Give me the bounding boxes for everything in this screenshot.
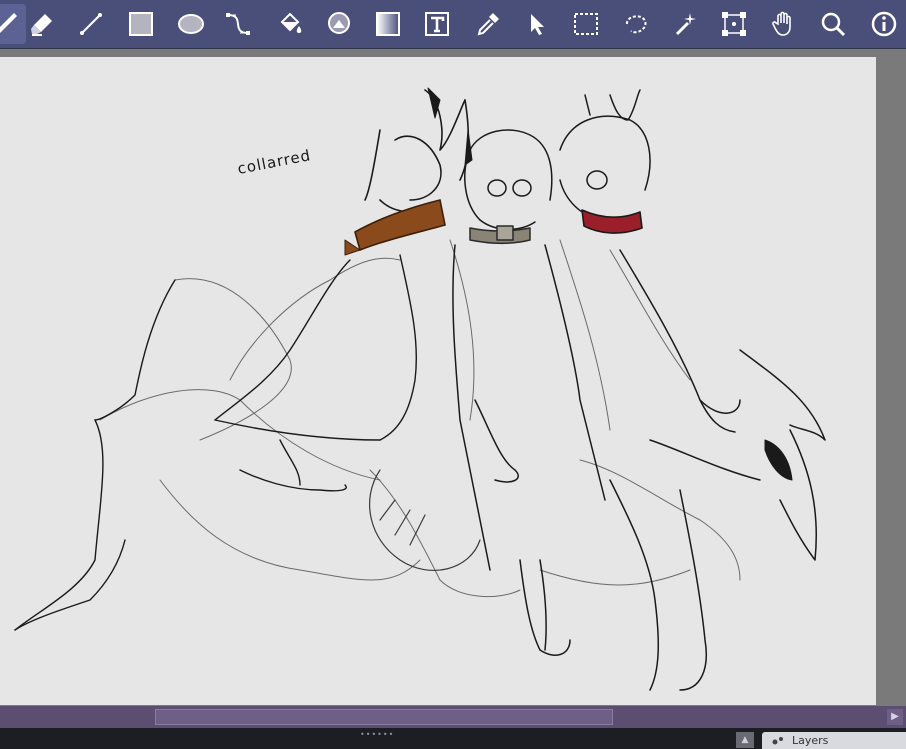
- workspace: collarred: [0, 49, 906, 706]
- panel-collapse-button[interactable]: ▲: [736, 732, 754, 748]
- ellipse-icon: [178, 14, 204, 34]
- zoom-tool-button[interactable]: [813, 4, 853, 44]
- scroll-right-arrow-icon[interactable]: ▶: [887, 709, 903, 725]
- zoom-icon: [821, 12, 846, 37]
- fill-icon: [280, 12, 302, 33]
- transform-icon: [722, 12, 746, 36]
- sketch-artwork: [14, 87, 826, 691]
- freehand-select-tool-button[interactable]: [616, 4, 656, 44]
- line-icon: [80, 13, 102, 35]
- info-tool-button[interactable]: [864, 4, 904, 44]
- horizontal-scrollbar[interactable]: ▶: [0, 706, 906, 728]
- gradient-icon: [376, 12, 400, 36]
- magic-wand-icon: [675, 13, 696, 36]
- pan-tool-button[interactable]: [764, 4, 804, 44]
- eraser-tool-button[interactable]: [22, 4, 62, 44]
- text-icon: [425, 12, 449, 36]
- eraser-icon: [31, 14, 52, 36]
- eyedropper-icon: [477, 13, 499, 36]
- ellipse-tool-button[interactable]: [171, 4, 211, 44]
- rect-select-icon: [574, 13, 598, 35]
- text-tool-button[interactable]: [417, 4, 457, 44]
- layers-icon: [772, 737, 783, 745]
- bezier-tool-button[interactable]: [218, 4, 258, 44]
- rectangle-tool-button[interactable]: [121, 4, 161, 44]
- brush-icon: [0, 13, 17, 33]
- rect-select-tool-button[interactable]: [566, 4, 606, 44]
- smart-fill-icon: [328, 12, 350, 34]
- move-tool-button[interactable]: [517, 4, 557, 44]
- panel-resize-grip[interactable]: ••••••: [360, 730, 394, 739]
- drawing-canvas[interactable]: collarred: [0, 57, 876, 705]
- bottom-panel-bar: •••••• ▲ Layers: [0, 728, 906, 749]
- smart-fill-tool-button[interactable]: [319, 4, 359, 44]
- bezier-icon: [226, 13, 250, 35]
- move-icon: [531, 14, 544, 35]
- toolbar: [0, 0, 906, 49]
- magic-wand-tool-button[interactable]: [665, 4, 705, 44]
- gradient-tool-button[interactable]: [368, 4, 408, 44]
- rectangle-icon: [129, 12, 153, 36]
- horizontal-scroll-thumb[interactable]: [155, 709, 613, 725]
- panel-tab-label: Layers: [792, 734, 829, 747]
- info-icon: [871, 11, 897, 37]
- pan-icon: [772, 11, 791, 36]
- eyedropper-tool-button[interactable]: [468, 4, 508, 44]
- line-tool-button[interactable]: [71, 4, 111, 44]
- freehand-select-icon: [626, 15, 647, 34]
- panel-tab-layers[interactable]: Layers: [762, 732, 906, 749]
- fill-tool-button[interactable]: [270, 4, 310, 44]
- transform-tool-button[interactable]: [714, 4, 754, 44]
- vertical-scrollbar[interactable]: [876, 57, 906, 705]
